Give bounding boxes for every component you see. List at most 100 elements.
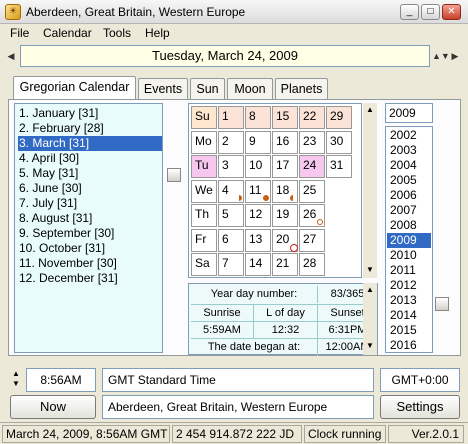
year-item[interactable]: 2014 bbox=[387, 308, 431, 323]
menu-tools[interactable]: Tools bbox=[103, 26, 131, 40]
day-cell bbox=[326, 229, 352, 252]
year-item[interactable]: 2006 bbox=[387, 188, 431, 203]
list-item[interactable]: 6. June [30] bbox=[18, 181, 162, 196]
scroll-up-icon[interactable]: ▲ bbox=[366, 105, 374, 114]
settings-button[interactable]: Settings bbox=[380, 395, 460, 419]
timezone-field[interactable]: GMT Standard Time bbox=[102, 368, 374, 392]
scroll-down-icon[interactable]: ▼ bbox=[366, 341, 374, 350]
day-cell[interactable]: 8 bbox=[245, 106, 271, 129]
time-field[interactable]: 8:56AM bbox=[26, 368, 96, 392]
day-cell[interactable]: 7 bbox=[218, 253, 244, 276]
year-scroll-thumb[interactable] bbox=[435, 297, 449, 311]
weekday-label: Tu bbox=[191, 155, 217, 178]
title-bar: ☀ Aberdeen, Great Britain, Western Europ… bbox=[0, 0, 468, 24]
day-cell[interactable]: 17 bbox=[272, 155, 298, 178]
maximize-button[interactable]: □ bbox=[421, 4, 440, 20]
year-item[interactable]: 2013 bbox=[387, 293, 431, 308]
status-version: Ver.2.0.1 bbox=[388, 425, 464, 443]
day-cell[interactable]: 10 bbox=[245, 155, 271, 178]
day-cell bbox=[326, 253, 352, 276]
tab-gregorian-calendar[interactable]: Gregorian Calendar bbox=[13, 76, 136, 101]
list-item[interactable]: 1. January [31] bbox=[18, 106, 162, 121]
months-list[interactable]: 1. January [31] 2. February [28] 3. Marc… bbox=[14, 103, 163, 353]
list-item-selected[interactable]: 3. March [31] bbox=[18, 136, 162, 151]
date-stepper-icon[interactable]: ▲▼ bbox=[432, 46, 450, 66]
location-field[interactable]: Aberdeen, Great Britain, Western Europe bbox=[102, 395, 374, 419]
now-button[interactable]: Now bbox=[10, 395, 96, 419]
day-cell[interactable]: 22 bbox=[299, 106, 325, 129]
day-cell[interactable]: 23 bbox=[299, 130, 325, 154]
year-item[interactable]: 2004 bbox=[387, 158, 431, 173]
day-cell[interactable]: 6 bbox=[218, 228, 244, 252]
day-cell[interactable]: 5 bbox=[218, 204, 244, 227]
weekday-label: Su bbox=[191, 106, 217, 129]
weekday-label: Fr bbox=[191, 228, 217, 252]
list-item[interactable]: 7. July [31] bbox=[18, 196, 162, 211]
day-cell[interactable]: 9 bbox=[245, 130, 271, 154]
length-of-day-value: 12:32 bbox=[253, 321, 317, 339]
year-item[interactable]: 2005 bbox=[387, 173, 431, 188]
scroll-down-icon[interactable]: ▼ bbox=[366, 265, 374, 274]
tab-events[interactable]: Events bbox=[138, 78, 188, 100]
years-list[interactable]: 2002 2003 2004 2005 2006 2007 2008 2009 2010 2011… bbox=[385, 126, 433, 353]
month-scroll-thumb[interactable] bbox=[167, 168, 181, 182]
day-cell[interactable]: 12 bbox=[245, 204, 271, 227]
prev-date-button[interactable]: ◀ bbox=[4, 46, 18, 66]
day-cell[interactable]: 19 bbox=[272, 204, 298, 227]
menu-calendar[interactable]: Calendar bbox=[43, 26, 92, 40]
year-item[interactable]: 2010 bbox=[387, 248, 431, 263]
year-item[interactable]: 2012 bbox=[387, 278, 431, 293]
close-button[interactable]: ✕ bbox=[442, 4, 461, 20]
day-cell[interactable]: 14 bbox=[245, 253, 271, 276]
list-item[interactable]: 2. February [28] bbox=[18, 121, 162, 136]
list-item[interactable]: 10. October [31] bbox=[18, 241, 162, 256]
day-cell[interactable]: 13 bbox=[245, 228, 271, 252]
year-day-label: Year day number: bbox=[210, 288, 298, 300]
year-item-selected[interactable]: 2009 bbox=[387, 233, 431, 248]
list-item[interactable]: 5. May [31] bbox=[18, 166, 162, 181]
day-cell[interactable]: 28 bbox=[299, 253, 325, 276]
list-item[interactable]: 12. December [31] bbox=[18, 271, 162, 286]
day-cell[interactable]: 16 bbox=[272, 130, 298, 154]
minimize-button[interactable]: _ bbox=[400, 4, 419, 20]
info-scrollbar[interactable]: ▲ ▼ bbox=[363, 283, 377, 355]
day-cell[interactable]: 3 bbox=[218, 155, 244, 178]
day-cell[interactable]: 31 bbox=[326, 155, 352, 178]
year-field[interactable]: 2009 bbox=[385, 103, 433, 123]
day-cell[interactable]: 25 bbox=[299, 179, 325, 203]
day-cell[interactable]: 21 bbox=[272, 253, 298, 276]
day-cell[interactable]: 27 bbox=[299, 228, 325, 252]
day-cell[interactable]: 29 bbox=[326, 106, 352, 129]
menu-help[interactable]: Help bbox=[145, 26, 170, 40]
new-moon-icon bbox=[317, 219, 323, 225]
tab-planets[interactable]: Planets bbox=[275, 78, 328, 100]
tab-moon[interactable]: Moon bbox=[227, 78, 273, 100]
list-item[interactable]: 8. August [31] bbox=[18, 211, 162, 226]
day-cell[interactable]: 24 bbox=[299, 155, 325, 178]
calendar-scrollbar[interactable]: ▲ ▼ bbox=[363, 103, 377, 278]
full-moon-icon bbox=[263, 194, 269, 201]
list-item[interactable]: 9. September [30] bbox=[18, 226, 162, 241]
day-cell[interactable]: 1 bbox=[218, 106, 244, 129]
list-item[interactable]: 11. November [30] bbox=[18, 256, 162, 271]
year-item[interactable]: 2002 bbox=[387, 128, 431, 143]
year-item[interactable]: 2016 bbox=[387, 338, 431, 353]
scroll-up-icon[interactable]: ▲ bbox=[366, 285, 374, 294]
app-icon: ☀ bbox=[5, 4, 21, 20]
year-item[interactable]: 2003 bbox=[387, 143, 431, 158]
year-item[interactable]: 2007 bbox=[387, 203, 431, 218]
tab-sun[interactable]: Sun bbox=[190, 78, 225, 100]
time-spin-icon[interactable]: ▲ ▼ bbox=[9, 369, 23, 391]
year-item[interactable]: 2008 bbox=[387, 218, 431, 233]
day-cell[interactable]: 30 bbox=[326, 130, 352, 154]
next-date-button[interactable]: ▶ bbox=[448, 46, 462, 66]
menu-file[interactable]: File bbox=[10, 26, 29, 40]
day-cell[interactable]: 2 bbox=[218, 130, 244, 154]
current-date-display: Tuesday, March 24, 2009 bbox=[20, 45, 430, 67]
day-cell[interactable]: 15 bbox=[272, 106, 298, 129]
year-item[interactable]: 2011 bbox=[387, 263, 431, 278]
day-cell bbox=[326, 180, 352, 203]
year-item[interactable]: 2015 bbox=[387, 323, 431, 338]
list-item[interactable]: 4. April [30] bbox=[18, 151, 162, 166]
timezone-offset-field[interactable]: GMT+0:00 bbox=[380, 368, 460, 392]
